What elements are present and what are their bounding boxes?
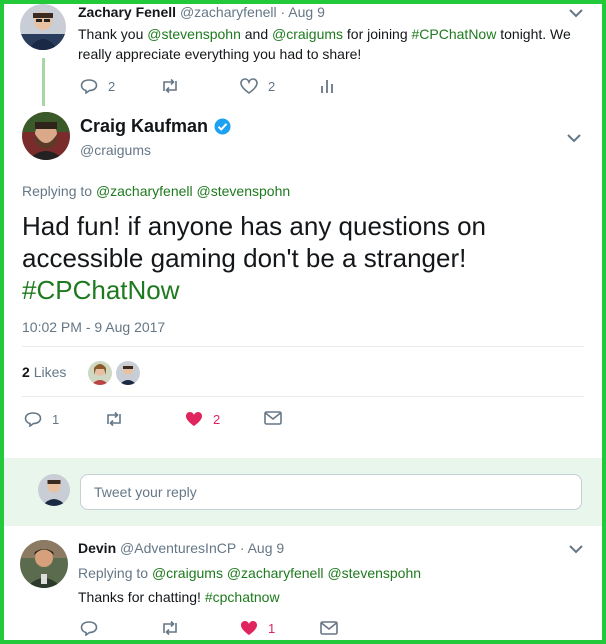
like-count: 1 xyxy=(268,620,276,636)
author-name[interactable]: Craig Kaufman xyxy=(80,116,208,137)
reply-count: 1 xyxy=(52,411,60,427)
liker-avatar[interactable] xyxy=(116,361,140,385)
zachary-avatar[interactable] xyxy=(20,4,66,50)
mention-link[interactable]: @craigums xyxy=(272,26,343,42)
likes-label: Likes xyxy=(33,364,67,380)
heart-icon xyxy=(240,78,258,94)
reply-icon xyxy=(80,79,98,94)
hashtag-link[interactable]: #CPChatNow xyxy=(412,26,497,42)
user-avatar xyxy=(38,474,70,506)
thread-connector xyxy=(42,58,45,106)
retweet-icon xyxy=(107,411,121,427)
likes-count: 2 xyxy=(22,364,30,380)
analytics-button[interactable] xyxy=(320,78,334,94)
reply-icon xyxy=(80,621,98,636)
chevron-down-icon[interactable] xyxy=(568,7,584,19)
envelope-icon xyxy=(320,621,338,635)
tweet-text: Thanks for chatting! #cpchatnow xyxy=(78,589,280,605)
mention-link[interactable]: @zacharyfenell xyxy=(227,565,324,581)
chevron-down-icon[interactable] xyxy=(566,132,582,144)
heart-filled-icon xyxy=(186,412,202,426)
mention-link[interactable]: @stevenspohn xyxy=(197,183,291,199)
reply-button[interactable]: 1 xyxy=(24,411,59,427)
replying-to: Replying to @craigums @zacharyfenell @st… xyxy=(78,565,422,581)
retweet-icon xyxy=(163,620,177,636)
tweet-text-line2: really appreciate everything you had to … xyxy=(78,46,362,62)
retweet-button[interactable] xyxy=(160,78,180,94)
tweet-reply-input[interactable]: Tweet your reply xyxy=(80,474,582,510)
analytics-icon xyxy=(321,80,333,93)
tweet-date[interactable]: · Aug 9 xyxy=(240,540,284,556)
like-count: 2 xyxy=(268,78,276,94)
reply-placeholder: Tweet your reply xyxy=(94,484,197,500)
heart-filled-icon xyxy=(241,621,257,635)
mention-link[interactable]: @stevenspohn xyxy=(327,565,421,581)
reply-button[interactable] xyxy=(80,620,98,636)
craig-avatar[interactable] xyxy=(22,112,70,160)
author-name[interactable]: Devin xyxy=(78,540,116,556)
envelope-icon xyxy=(264,411,282,425)
tweet-text: Had fun! if anyone has any questions on … xyxy=(22,211,486,306)
mention-link[interactable]: @zacharyfenell xyxy=(96,183,193,199)
verified-badge-icon xyxy=(214,118,231,135)
author-handle[interactable]: @craigums xyxy=(80,142,151,158)
devin-avatar[interactable] xyxy=(20,540,68,588)
hashtag-link[interactable]: #cpchatnow xyxy=(205,589,280,605)
reply-button[interactable]: 2 xyxy=(80,78,115,94)
like-button[interactable]: 1 xyxy=(240,620,275,636)
tweet-text: Thank you @stevenspohn and @craigums for… xyxy=(78,26,571,42)
likes-stat[interactable]: 2 Likes xyxy=(22,364,66,380)
mention-link[interactable]: @craigums xyxy=(152,565,223,581)
retweet-button[interactable] xyxy=(104,411,124,427)
author-name[interactable]: Zachary Fenell xyxy=(78,4,176,20)
retweet-button[interactable] xyxy=(160,620,180,636)
direct-message-button[interactable] xyxy=(264,411,282,425)
mention-link[interactable]: @stevenspohn xyxy=(147,26,241,42)
reply-composer: Tweet your reply xyxy=(4,458,602,526)
retweet-icon xyxy=(163,78,177,94)
reply-icon xyxy=(24,412,42,427)
replying-to: Replying to @zacharyfenell @stevenspohn xyxy=(22,183,291,199)
liker-avatar[interactable] xyxy=(88,361,112,385)
reply-count: 2 xyxy=(108,78,116,94)
like-button[interactable]: 2 xyxy=(240,78,275,94)
hashtag-link[interactable]: #CPChatNow xyxy=(22,274,486,306)
direct-message-button[interactable] xyxy=(320,621,338,635)
author-handle[interactable]: @AdventuresInCP xyxy=(120,540,236,556)
tweet-date[interactable]: · Aug 9 xyxy=(281,4,325,20)
like-count: 2 xyxy=(213,411,221,427)
like-button[interactable]: 2 xyxy=(185,411,220,427)
author-handle[interactable]: @zacharyfenell xyxy=(180,4,277,20)
chevron-down-icon[interactable] xyxy=(568,543,584,555)
tweet-timestamp[interactable]: 10:02 PM - 9 Aug 2017 xyxy=(22,319,165,335)
